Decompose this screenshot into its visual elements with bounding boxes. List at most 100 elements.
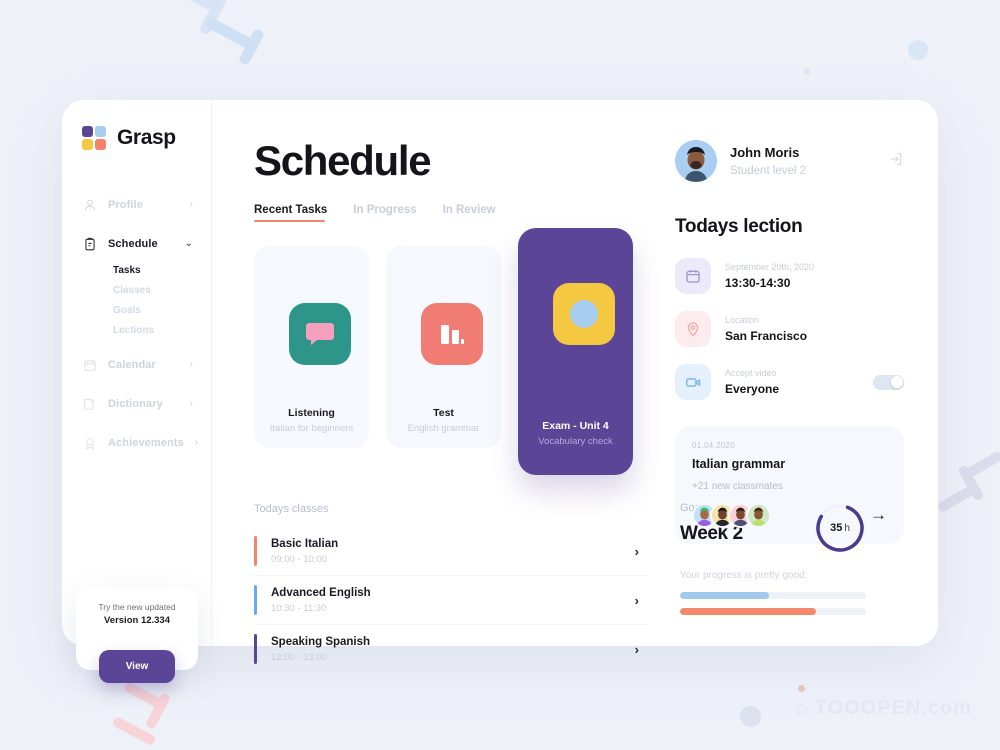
sidebar-subitem-lections[interactable]: Lections (113, 325, 211, 336)
sidebar-subitem-classes[interactable]: Classes (113, 285, 211, 296)
class-name: Advanced English (271, 586, 371, 599)
brand-logo[interactable]: Grasp (62, 126, 211, 150)
bar-chart-icon (420, 302, 483, 365)
progress-bar-orange (680, 608, 866, 615)
lection-label: Accept video (725, 368, 777, 378)
chevron-right-icon: › (189, 199, 193, 210)
task-subtitle: Vocabulary check (538, 436, 613, 447)
chevron-down-icon: ⌄ (184, 238, 193, 249)
tab-bar: Recent Tasks In Progress In Review (254, 204, 649, 222)
decor-zigzag-blue-top (170, 0, 266, 67)
task-thumb (526, 250, 641, 378)
lection-row-location: Location San Francisco (675, 311, 904, 347)
task-subtitle: Italian for beginners (269, 423, 354, 434)
upcoming-meta: +21 new classmates (692, 481, 783, 492)
progress-fill (680, 592, 770, 599)
progress-bar-blue (680, 592, 866, 599)
tab-in-review[interactable]: In Review (443, 204, 496, 222)
promo-version: Version 12.334 (103, 615, 171, 626)
progress-fill (680, 608, 816, 615)
task-subtitle: English grammar (407, 423, 480, 434)
decor-dot-1 (908, 40, 928, 60)
lection-value: Everyone (725, 382, 780, 396)
sidebar-item-dictionary[interactable]: Dictionary › (62, 389, 211, 419)
promo-card: Try the new updated Version 12.334 View (76, 588, 198, 683)
class-color-bar (254, 536, 257, 566)
sidebar-subitem-tasks[interactable]: Tasks (113, 265, 211, 276)
app-window: Grasp Profile › Schedule ⌄ Tasks Classes… (62, 100, 938, 683)
upcoming-title: Italian grammar (692, 457, 786, 471)
sidebar-item-profile[interactable]: Profile › (62, 190, 211, 220)
calendar-icon (82, 358, 97, 373)
goals-note: Your progress is pretty good: (680, 570, 808, 581)
sidebar-subitem-goals[interactable]: Goals (113, 305, 211, 316)
sidebar-item-schedule[interactable]: Schedule ⌄ (62, 229, 211, 259)
medal-icon (82, 436, 97, 451)
circle-shape-icon (552, 283, 615, 345)
lection-title: Todays lection (675, 216, 803, 237)
arrow-right-icon[interactable]: → (870, 505, 887, 525)
class-color-bar (254, 585, 257, 615)
lection-row-video: Accept video Everyone (675, 364, 904, 400)
brand-name: Grasp (117, 126, 176, 149)
decor-zigzag-purple-right (936, 450, 1000, 524)
chevron-right-icon: › (189, 359, 193, 370)
profile-header[interactable]: John Moris Student level 2 (675, 140, 904, 182)
class-row-advanced-english[interactable]: Advanced English 10:30 - 11:30 › (254, 576, 649, 625)
lection-value: 13:30-14:30 (725, 276, 791, 290)
main-content: Schedule Recent Tasks In Progress In Rev… (212, 100, 938, 664)
watermark: TOOOPEN.com (793, 697, 972, 720)
sidebar-item-label: Dictionary (108, 398, 163, 410)
decor-dot-2 (804, 68, 811, 75)
hours-value: 35 (830, 522, 843, 534)
sidebar-item-label: Calendar (108, 359, 156, 371)
tab-recent-tasks[interactable]: Recent Tasks (254, 204, 327, 222)
task-card-list: Listening Italian for beginners Test Eng… (254, 228, 649, 484)
lection-value: San Francisco (725, 329, 808, 343)
todays-classes-list: Basic Italian 09:00 - 10:00 › Advanced E… (254, 527, 649, 673)
avatar (675, 140, 717, 182)
class-row-speaking-spanish[interactable]: Speaking Spanish 12:00 - 13:00 › (254, 625, 649, 673)
sidebar-subnav: Tasks Classes Goals Lections (62, 265, 211, 336)
sidebar-item-label: Profile (108, 199, 143, 211)
sidebar: Grasp Profile › Schedule ⌄ Tasks Classes… (62, 100, 212, 683)
toggle-knob (890, 376, 903, 388)
watermark-text: TOOOPEN.com (814, 697, 972, 719)
sidebar-item-calendar[interactable]: Calendar › (62, 350, 211, 380)
class-row-basic-italian[interactable]: Basic Italian 09:00 - 10:00 › (254, 527, 649, 576)
chevron-right-icon: › (189, 398, 193, 409)
chevron-right-icon[interactable]: › (635, 593, 639, 608)
location-pin-icon (675, 311, 711, 347)
accept-video-toggle[interactable] (873, 374, 904, 390)
profile-role: Student level 2 (730, 165, 807, 177)
class-time: 09:00 - 10:00 (271, 553, 327, 565)
sidebar-item-achievements[interactable]: Achievements › (62, 428, 211, 458)
todays-classes-label: Todays classes (254, 503, 329, 515)
view-button[interactable]: View (99, 650, 175, 683)
hours-unit: h (844, 522, 850, 534)
lection-label: Location (725, 315, 760, 325)
card-shadow (525, 464, 626, 484)
person-icon (82, 198, 97, 213)
decor-zigzag-pink-bottom (105, 681, 185, 750)
logout-icon[interactable] (888, 151, 904, 172)
watermark-logo-icon (794, 702, 809, 715)
classmate-avatar (746, 503, 771, 528)
class-time: 12:00 - 13:00 (271, 651, 327, 663)
task-card-listening[interactable]: Listening Italian for beginners (254, 246, 369, 448)
puzzle-logo-icon (82, 126, 106, 150)
calendar-icon (675, 258, 711, 294)
profile-name: John Moris (730, 145, 800, 160)
class-time: 10:30 - 11:30 (271, 602, 327, 614)
chevron-right-icon[interactable]: › (635, 544, 639, 559)
task-title: Exam - Unit 4 (542, 420, 609, 432)
class-name: Speaking Spanish (271, 635, 371, 648)
class-color-bar (254, 634, 257, 664)
video-camera-icon (675, 364, 711, 400)
task-card-test[interactable]: Test English grammar (386, 246, 501, 448)
task-card-exam[interactable]: Exam - Unit 4 Vocabulary check (518, 228, 633, 484)
chevron-right-icon[interactable]: › (635, 642, 639, 657)
page-title: Schedule (254, 137, 432, 184)
tab-in-progress[interactable]: In Progress (353, 204, 416, 222)
decor-dot-3 (740, 706, 761, 727)
